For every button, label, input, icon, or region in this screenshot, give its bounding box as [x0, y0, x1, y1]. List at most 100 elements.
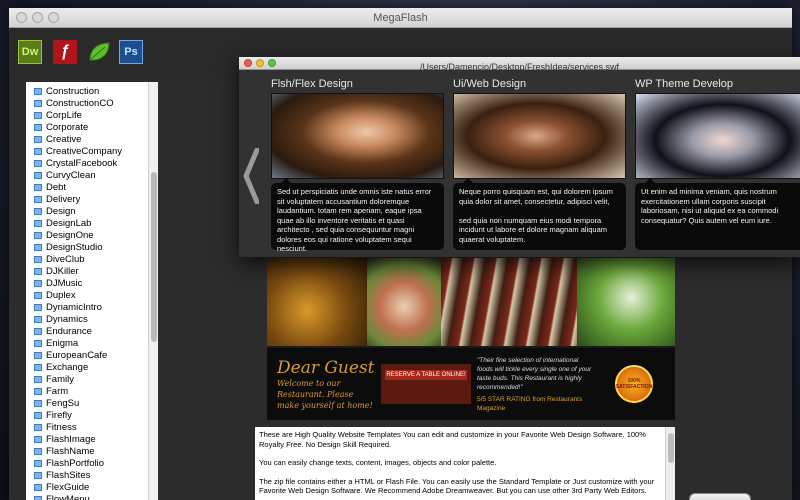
list-item-label: CorpLife — [46, 109, 82, 121]
list-item[interactable]: DJMusic — [26, 277, 146, 289]
folder-icon — [34, 375, 42, 383]
zoom-button[interactable] — [48, 12, 59, 23]
list-item-label: ConstructionCO — [46, 97, 114, 109]
list-item[interactable]: DesignStudio — [26, 241, 146, 253]
service-card-image — [271, 93, 444, 179]
service-card-title: Flsh/Flex Design — [271, 78, 353, 90]
list-item[interactable]: Endurance — [26, 325, 146, 337]
services-slider: Flsh/Flex Design Sed ut perspiciatis und… — [239, 70, 800, 257]
photoshop-icon[interactable]: Ps — [119, 40, 143, 64]
sidebar-scrollbar[interactable] — [148, 82, 158, 500]
service-card[interactable]: Flsh/Flex Design Sed ut perspiciatis und… — [271, 77, 446, 253]
folder-icon — [34, 99, 42, 107]
folder-icon — [34, 147, 42, 155]
folder-icon — [34, 351, 42, 359]
food-photo — [267, 258, 367, 346]
folder-icon — [34, 183, 42, 191]
sidebar-scroll-thumb[interactable] — [151, 172, 157, 342]
swf-titlebar[interactable]: /Users/Damencio/Desktop/FreshIdea/servic… — [239, 57, 800, 72]
list-item[interactable]: Exchange — [26, 361, 146, 373]
list-item[interactable]: CorpLife — [26, 109, 146, 121]
list-item[interactable]: ConstructionCO — [26, 97, 146, 109]
list-item-label: DesignOne — [46, 229, 94, 241]
leaf-icon[interactable] — [87, 40, 111, 64]
service-card[interactable]: WP Theme Develop Ut enim ad minima venia… — [635, 77, 800, 250]
guest-title: Dear Guest — [277, 357, 375, 378]
folder-icon — [34, 207, 42, 215]
swf-zoom-button[interactable] — [268, 59, 276, 67]
swf-minimize-button[interactable] — [256, 59, 264, 67]
list-item[interactable]: DynamicIntro — [26, 301, 146, 313]
list-item-label: Duplex — [46, 289, 76, 301]
list-item[interactable]: CrystalFacebook — [26, 157, 146, 169]
list-item[interactable]: Farm — [26, 385, 146, 397]
folder-icon — [34, 411, 42, 419]
list-item[interactable]: FlashSites — [26, 469, 146, 481]
list-item[interactable]: CreativeCompany — [26, 145, 146, 157]
swf-close-button[interactable] — [244, 59, 252, 67]
list-item[interactable]: Design — [26, 205, 146, 217]
folder-icon — [34, 495, 42, 500]
list-item[interactable]: Firefly — [26, 409, 146, 421]
list-item[interactable]: Delivery — [26, 193, 146, 205]
list-item[interactable]: Debt — [26, 181, 146, 193]
wine-photo — [441, 258, 577, 346]
folder-icon — [34, 303, 42, 311]
list-item[interactable]: DiveClub — [26, 253, 146, 265]
guest-greeting: Dear Guest Welcome to our Restaurant. Pl… — [267, 358, 377, 411]
reserve-table-button[interactable]: RESERVE A TABLE ONLINE! — [381, 364, 471, 404]
list-item[interactable]: Enigma — [26, 337, 146, 349]
reserve-label: RESERVE A TABLE ONLINE! — [385, 370, 467, 380]
list-item[interactable]: CurvyClean — [26, 169, 146, 181]
list-item[interactable]: DJKiller — [26, 265, 146, 277]
flash-icon[interactable]: ƒ — [53, 40, 77, 64]
salad-photo — [577, 258, 675, 346]
list-item[interactable]: DesignOne — [26, 229, 146, 241]
folder-icon — [34, 339, 42, 347]
list-item[interactable]: FlashName — [26, 445, 146, 457]
dreamweaver-icon[interactable]: Dw — [18, 40, 42, 64]
folder-icon — [34, 399, 42, 407]
service-card[interactable]: Ui/Web Design Neque porro quisquam est, … — [453, 77, 628, 250]
list-item[interactable]: FlashImage — [26, 433, 146, 445]
list-item[interactable]: FlashPortfolio — [26, 457, 146, 469]
list-item-label: FlashPortfolio — [46, 457, 105, 469]
list-item-label: Fitness — [46, 421, 77, 433]
folder-icon — [34, 111, 42, 119]
folder-icon — [34, 471, 42, 479]
description-text[interactable]: These are High Quality Website Templates… — [255, 427, 675, 500]
service-card-title: WP Theme Develop — [635, 78, 734, 90]
list-item[interactable]: Creative — [26, 133, 146, 145]
list-item-label: CrystalFacebook — [46, 157, 118, 169]
list-item[interactable]: FengSu — [26, 397, 146, 409]
list-item-label: Endurance — [46, 325, 92, 337]
close-button[interactable] — [16, 12, 27, 23]
list-item-label: FlashSites — [46, 469, 91, 481]
list-item-label: FengSu — [46, 397, 80, 409]
list-item[interactable]: FlowMenu — [26, 493, 146, 500]
chevron-left-icon[interactable] — [243, 147, 260, 205]
list-item[interactable]: EuropeanCafe — [26, 349, 146, 361]
minimize-button[interactable] — [32, 12, 43, 23]
list-item[interactable]: FlexGuide — [26, 481, 146, 493]
preview-photo-strip — [267, 258, 675, 346]
list-item[interactable]: Dynamics — [26, 313, 146, 325]
folder-icon — [34, 219, 42, 227]
list-item[interactable]: Corporate — [26, 121, 146, 133]
description-scroll-thumb[interactable] — [668, 433, 674, 463]
list-item[interactable]: Family — [26, 373, 146, 385]
list-item[interactable]: DesignLab — [26, 217, 146, 229]
folder-icon — [34, 267, 42, 275]
review-quote: "Their fine selection of international f… — [471, 356, 601, 413]
satisfaction-seal: 100% SATISFACTION — [615, 365, 653, 403]
list-item-label: Farm — [46, 385, 69, 397]
description-paragraph: These are High Quality Website Templates… — [259, 430, 646, 449]
list-item[interactable]: Fitness — [26, 421, 146, 433]
list-item[interactable]: Duplex — [26, 289, 146, 301]
description-scrollbar[interactable] — [665, 427, 675, 500]
main-titlebar[interactable]: MegaFlash — [9, 8, 792, 28]
folder-icon — [34, 459, 42, 467]
list-item[interactable]: Construction — [26, 85, 146, 97]
bottom-button[interactable] — [689, 493, 751, 500]
quote-text: "Their fine selection of international f… — [477, 356, 592, 391]
